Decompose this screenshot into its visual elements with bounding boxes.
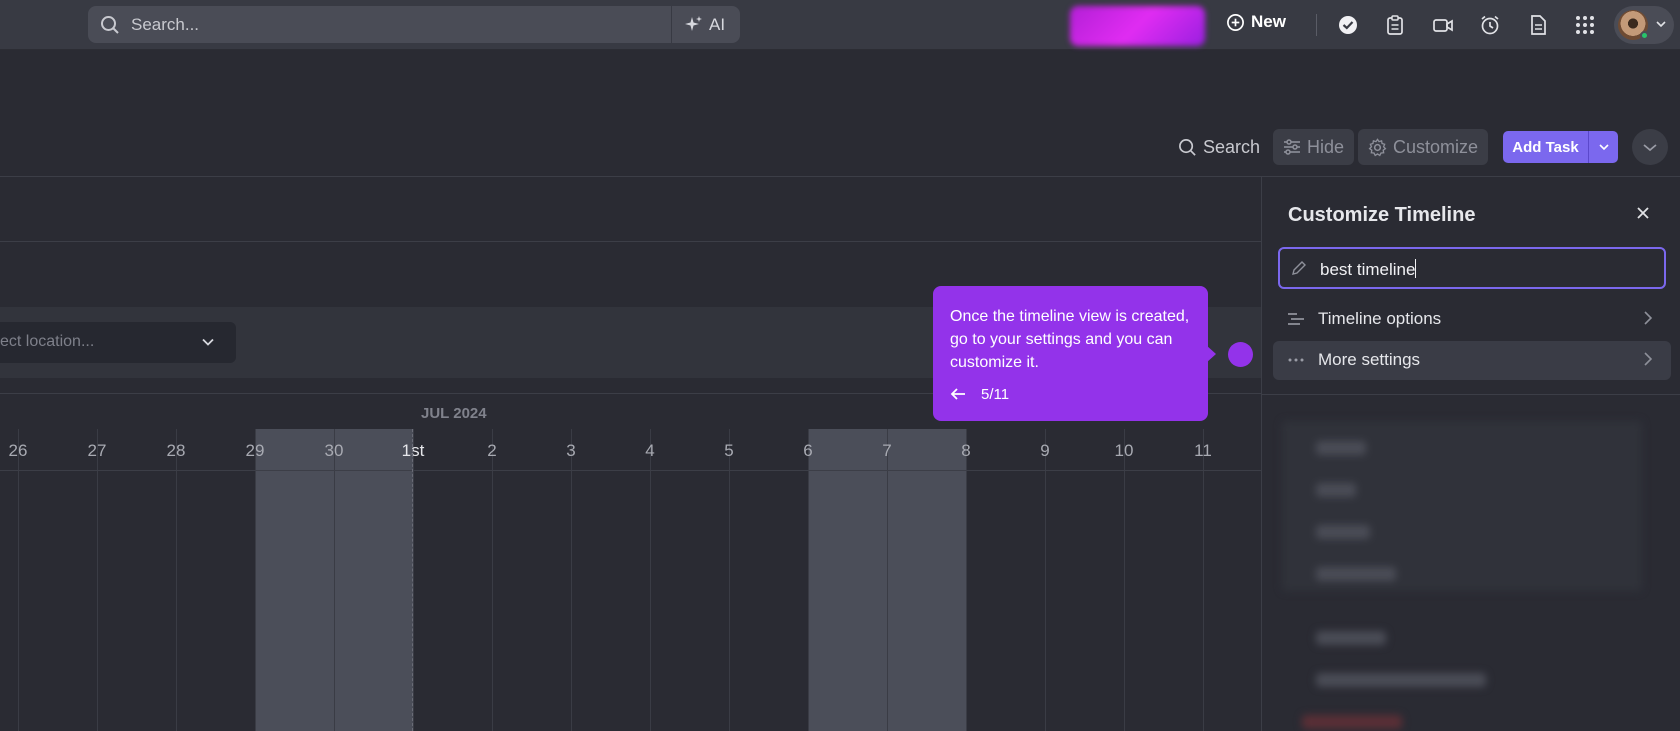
close-icon[interactable] bbox=[1636, 206, 1650, 220]
user-avatar-menu[interactable] bbox=[1614, 6, 1674, 44]
chevron-right-icon bbox=[1644, 311, 1653, 325]
plus-circle-icon bbox=[1227, 13, 1244, 31]
chevron-down-icon bbox=[1656, 21, 1666, 28]
view-search-button[interactable]: Search bbox=[1178, 137, 1260, 158]
timeline-day-column bbox=[887, 429, 966, 731]
timeline-day-label: 10 bbox=[1114, 441, 1134, 460]
video-icon[interactable] bbox=[1432, 14, 1454, 36]
chevron-down-icon bbox=[1598, 144, 1609, 151]
customize-label: Customize bbox=[1393, 136, 1479, 157]
panel-divider bbox=[1262, 394, 1680, 395]
search-divider bbox=[671, 6, 672, 43]
day-header-divider bbox=[0, 470, 1261, 471]
timeline-day-column bbox=[413, 429, 492, 731]
timeline-day-label: 6 bbox=[803, 441, 813, 460]
timeline-day-label: 11 bbox=[1194, 441, 1212, 460]
ai-label: AI bbox=[709, 15, 726, 34]
new-button[interactable]: New bbox=[1226, 12, 1286, 32]
text-caret bbox=[1415, 259, 1417, 278]
add-task-label: Add Task bbox=[1512, 138, 1579, 156]
tooltip-pointer bbox=[1206, 345, 1216, 363]
timeline-day-column bbox=[97, 429, 176, 731]
timeline-day-column bbox=[571, 429, 650, 731]
timeline-day-label: 4 bbox=[645, 441, 655, 460]
location-select[interactable]: ect location... bbox=[0, 322, 236, 363]
clipboard-icon[interactable] bbox=[1384, 14, 1406, 36]
hide-label: Hide bbox=[1307, 136, 1345, 157]
timeline-day-label: 29 bbox=[245, 441, 265, 460]
online-status-dot bbox=[1640, 31, 1649, 40]
timeline-day-label: 27 bbox=[87, 441, 107, 460]
customize-timeline-panel: Customize Timeline best timeline Timelin… bbox=[1261, 177, 1680, 731]
location-placeholder: ect location... bbox=[0, 333, 95, 350]
collapse-button[interactable] bbox=[1632, 129, 1668, 165]
timeline-day-label: 26 bbox=[8, 441, 28, 460]
add-task-dropdown[interactable] bbox=[1588, 131, 1618, 163]
new-label: New bbox=[1251, 12, 1286, 31]
timeline-day-label: 8 bbox=[961, 441, 971, 460]
timeline-day-column bbox=[650, 429, 729, 731]
panel-title: Customize Timeline bbox=[1288, 204, 1476, 226]
chevron-down-icon bbox=[202, 338, 214, 346]
timeline-day-column bbox=[1124, 429, 1203, 731]
search-icon bbox=[101, 16, 119, 34]
view-name-input[interactable]: best timeline bbox=[1278, 247, 1666, 289]
tour-beacon[interactable] bbox=[1228, 342, 1253, 367]
timeline-day-label: 1st bbox=[401, 441, 425, 460]
check-circle-icon[interactable] bbox=[1337, 14, 1359, 36]
timeline-day-column bbox=[334, 429, 413, 731]
timeline-day-label: 28 bbox=[166, 441, 186, 460]
timeline-day-label: 30 bbox=[324, 441, 344, 460]
pencil-icon bbox=[1292, 261, 1306, 275]
topbar-divider bbox=[1316, 14, 1317, 36]
sliders-icon bbox=[1288, 313, 1304, 325]
more-settings-row[interactable]: More settings bbox=[1273, 341, 1671, 380]
search-placeholder: Search... bbox=[131, 15, 200, 34]
document-icon[interactable] bbox=[1527, 14, 1549, 36]
timeline-day-label: 5 bbox=[724, 441, 734, 460]
chevron-down-icon bbox=[1643, 143, 1657, 151]
timeline-day-label: 2 bbox=[487, 441, 497, 460]
blurred-settings-list bbox=[1282, 407, 1662, 731]
timeline-day-column bbox=[1045, 429, 1124, 731]
timeline-options-label: Timeline options bbox=[1318, 309, 1442, 328]
gear-icon bbox=[1368, 137, 1387, 156]
more-dots-icon bbox=[1288, 358, 1304, 362]
timeline-day-column bbox=[176, 429, 255, 731]
tooltip-step: 5/11 bbox=[981, 386, 1010, 403]
timeline-day-column bbox=[492, 429, 571, 731]
ai-button[interactable]: AI bbox=[684, 13, 725, 37]
apps-grid-icon[interactable] bbox=[1574, 14, 1596, 36]
timeline-day-column bbox=[808, 429, 887, 731]
timeline-day-label: 3 bbox=[566, 441, 576, 460]
today-marker bbox=[412, 429, 413, 731]
hide-button[interactable]: Hide bbox=[1273, 129, 1355, 165]
month-label: JUL 2024 bbox=[421, 405, 487, 422]
view-search-label: Search bbox=[1203, 137, 1261, 157]
timeline-day-column bbox=[255, 429, 334, 731]
add-task-button[interactable]: Add Task bbox=[1503, 131, 1618, 163]
timeline-day-column bbox=[966, 429, 1045, 731]
timeline-day-column bbox=[729, 429, 808, 731]
chevron-right-icon bbox=[1644, 352, 1653, 366]
sliders-icon bbox=[1284, 139, 1300, 155]
view-name-value: best timeline bbox=[1320, 259, 1417, 279]
timeline-options-row[interactable]: Timeline options bbox=[1273, 300, 1671, 339]
global-search-input[interactable]: Search... AI bbox=[88, 6, 740, 43]
timeline-day-label: 9 bbox=[1040, 441, 1050, 460]
arrow-left-icon[interactable] bbox=[950, 387, 966, 401]
search-icon bbox=[1179, 139, 1196, 156]
more-settings-label: More settings bbox=[1318, 350, 1421, 369]
alarm-clock-icon[interactable] bbox=[1479, 14, 1501, 36]
section-divider bbox=[0, 241, 1261, 242]
sparkle-icon bbox=[685, 16, 702, 31]
customize-button[interactable]: Customize bbox=[1358, 129, 1489, 165]
timeline-day-column bbox=[18, 429, 97, 731]
timeline-day-label: 7 bbox=[882, 441, 892, 460]
promo-button[interactable] bbox=[1070, 6, 1205, 46]
tooltip-text: Once the timeline view is created, go to… bbox=[950, 308, 1190, 371]
top-bar: Search... AI New bbox=[0, 0, 1680, 50]
onboarding-tooltip: Once the timeline view is created, go to… bbox=[933, 286, 1208, 421]
